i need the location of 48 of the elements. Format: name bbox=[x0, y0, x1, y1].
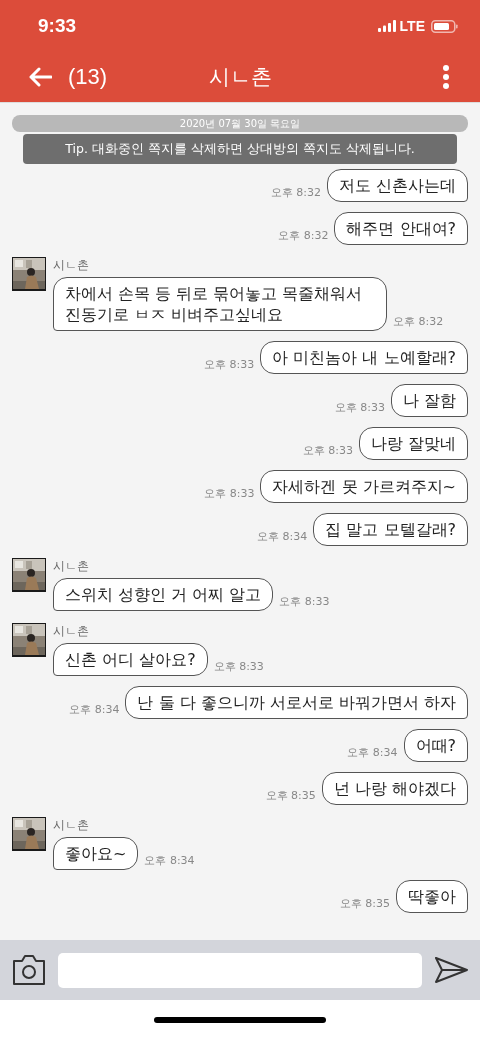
battery-icon bbox=[431, 19, 458, 33]
message-time: 오후 8:32 bbox=[270, 185, 321, 201]
message-bubble: 스위치 성향인 거 어찌 알고 bbox=[53, 578, 274, 611]
message-bubble: 아 미친놈아 내 노예할래? bbox=[260, 341, 468, 374]
message-time: 오후 8:34 bbox=[257, 529, 308, 545]
message-bubble: 좋아요~ bbox=[53, 837, 139, 870]
message-time: 오후 8:33 bbox=[334, 400, 385, 416]
message-time: 오후 8:34 bbox=[144, 853, 195, 869]
send-icon[interactable] bbox=[434, 956, 468, 984]
message-bubble: 신촌 어디 살아요? bbox=[53, 643, 208, 676]
sender-name: 시ㄴ촌 bbox=[53, 257, 90, 274]
message-time: 오후 8:33 bbox=[204, 486, 255, 502]
message-bubble: 넌 나랑 해야겠다 bbox=[321, 772, 468, 805]
message-bubble: 딱좋아 bbox=[396, 880, 468, 913]
chat-title: 시ㄴ촌 bbox=[208, 64, 272, 91]
network-label: LTE bbox=[399, 18, 425, 34]
message-time: 오후 8:35 bbox=[339, 896, 390, 912]
message-bubble: 집 말고 모텔갈래? bbox=[313, 513, 468, 546]
message-time: 오후 8:34 bbox=[347, 745, 398, 761]
unread-count: (13) bbox=[68, 64, 108, 90]
message-bubble: 나랑 잘맞네 bbox=[358, 427, 468, 460]
status-time: 9:33 bbox=[38, 15, 77, 37]
message-time: 오후 8:33 bbox=[302, 443, 353, 459]
home-indicator[interactable] bbox=[154, 1016, 326, 1023]
sender-name: 시ㄴ촌 bbox=[53, 623, 90, 640]
sender-name: 시ㄴ촌 bbox=[53, 817, 90, 834]
sender-name: 시ㄴ촌 bbox=[53, 558, 90, 575]
message-bubble: 저도 신촌사는데 bbox=[326, 169, 468, 202]
back-arrow-icon[interactable] bbox=[28, 67, 52, 87]
tip-toast: Tip. 대화중인 쪽지를 삭제하면 상대방의 쪽지도 삭제됩니다. bbox=[23, 134, 457, 164]
message-bubble: 해주면 안대여? bbox=[334, 212, 468, 245]
message-time: 오후 8:35 bbox=[265, 788, 316, 804]
more-menu-icon[interactable] bbox=[442, 64, 450, 90]
message-input[interactable] bbox=[58, 952, 422, 988]
message-bubble: 나 잘함 bbox=[390, 384, 468, 417]
message-time: 오후 8:33 bbox=[204, 357, 255, 373]
message-time: 오후 8:32 bbox=[278, 228, 329, 244]
date-label: 2020년 07월 30일 목요일 bbox=[179, 116, 301, 131]
camera-icon[interactable] bbox=[12, 954, 46, 986]
message-time: 오후 8:34 bbox=[69, 702, 120, 718]
message-time: 오후 8:32 bbox=[393, 314, 444, 330]
message-time: 오후 8:33 bbox=[213, 659, 264, 675]
message-time: 오후 8:33 bbox=[279, 594, 330, 610]
message-bubble: 난 둘 다 좋으니까 서로서로 바꿔가면서 하자 bbox=[125, 686, 468, 719]
message-bubble: 자세하겐 못 가르켜주지~ bbox=[260, 470, 468, 503]
message-bubble: 차에서 손목 등 뒤로 묶어놓고 목줄채워서 진동기로 ㅂㅈ 비벼주고싶네요 bbox=[53, 277, 387, 331]
signal-icon bbox=[377, 20, 397, 32]
message-bubble: 어때? bbox=[403, 729, 468, 762]
